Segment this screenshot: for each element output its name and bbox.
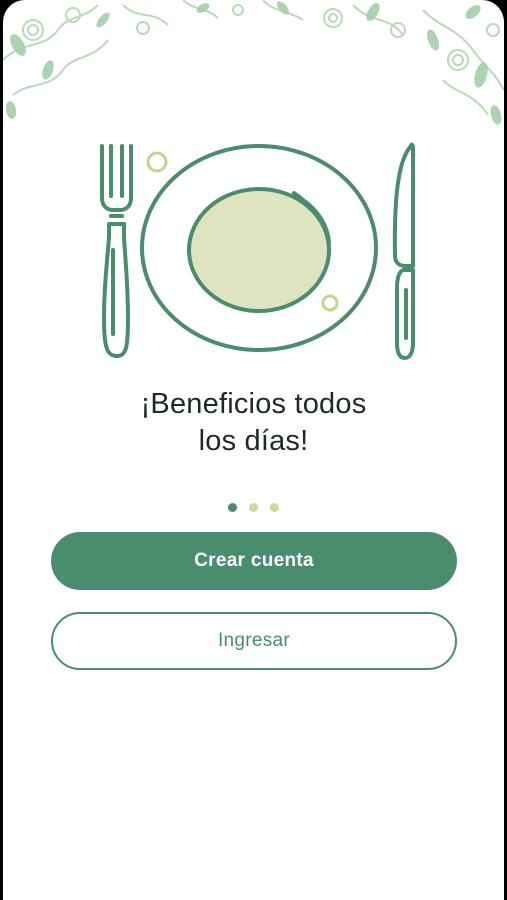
- page-dot-1[interactable]: [228, 503, 237, 512]
- create-account-label: Crear cuenta: [194, 550, 314, 571]
- page-dot-3[interactable]: [270, 503, 279, 512]
- page-dot-2[interactable]: [249, 503, 258, 512]
- onboarding-screen: ¡Beneficios todos los días! Crear cuenta…: [3, 0, 504, 900]
- create-account-button[interactable]: Crear cuenta: [51, 532, 457, 590]
- title-line-1: ¡Beneficios todos: [140, 388, 367, 420]
- floral-ornament-icon: [3, 0, 504, 125]
- login-label: Ingresar: [217, 630, 291, 651]
- page-title: ¡Beneficios todos los días!: [3, 386, 504, 460]
- plate-fork-knife-icon: [100, 142, 415, 360]
- login-button[interactable]: Ingresar: [51, 612, 457, 670]
- page-indicator: [3, 503, 504, 513]
- title-line-2: los días!: [198, 425, 309, 457]
